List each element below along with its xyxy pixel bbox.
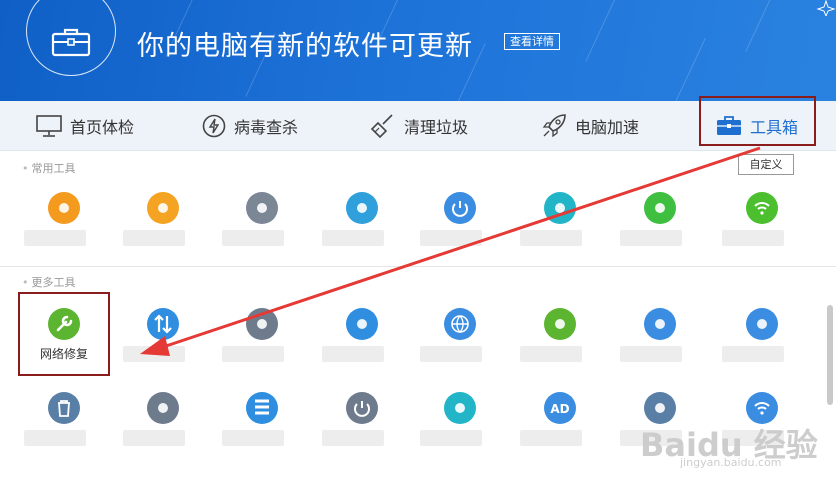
baidu-watermark-url: jingyan.baidu.com [680, 456, 782, 469]
toolbox-window: 你的电脑有新的软件可更新 查看详情 首页体检 病毒查杀 清理垃圾 电脑加速 工具… [0, 0, 836, 483]
annotation-arrow [140, 146, 761, 356]
